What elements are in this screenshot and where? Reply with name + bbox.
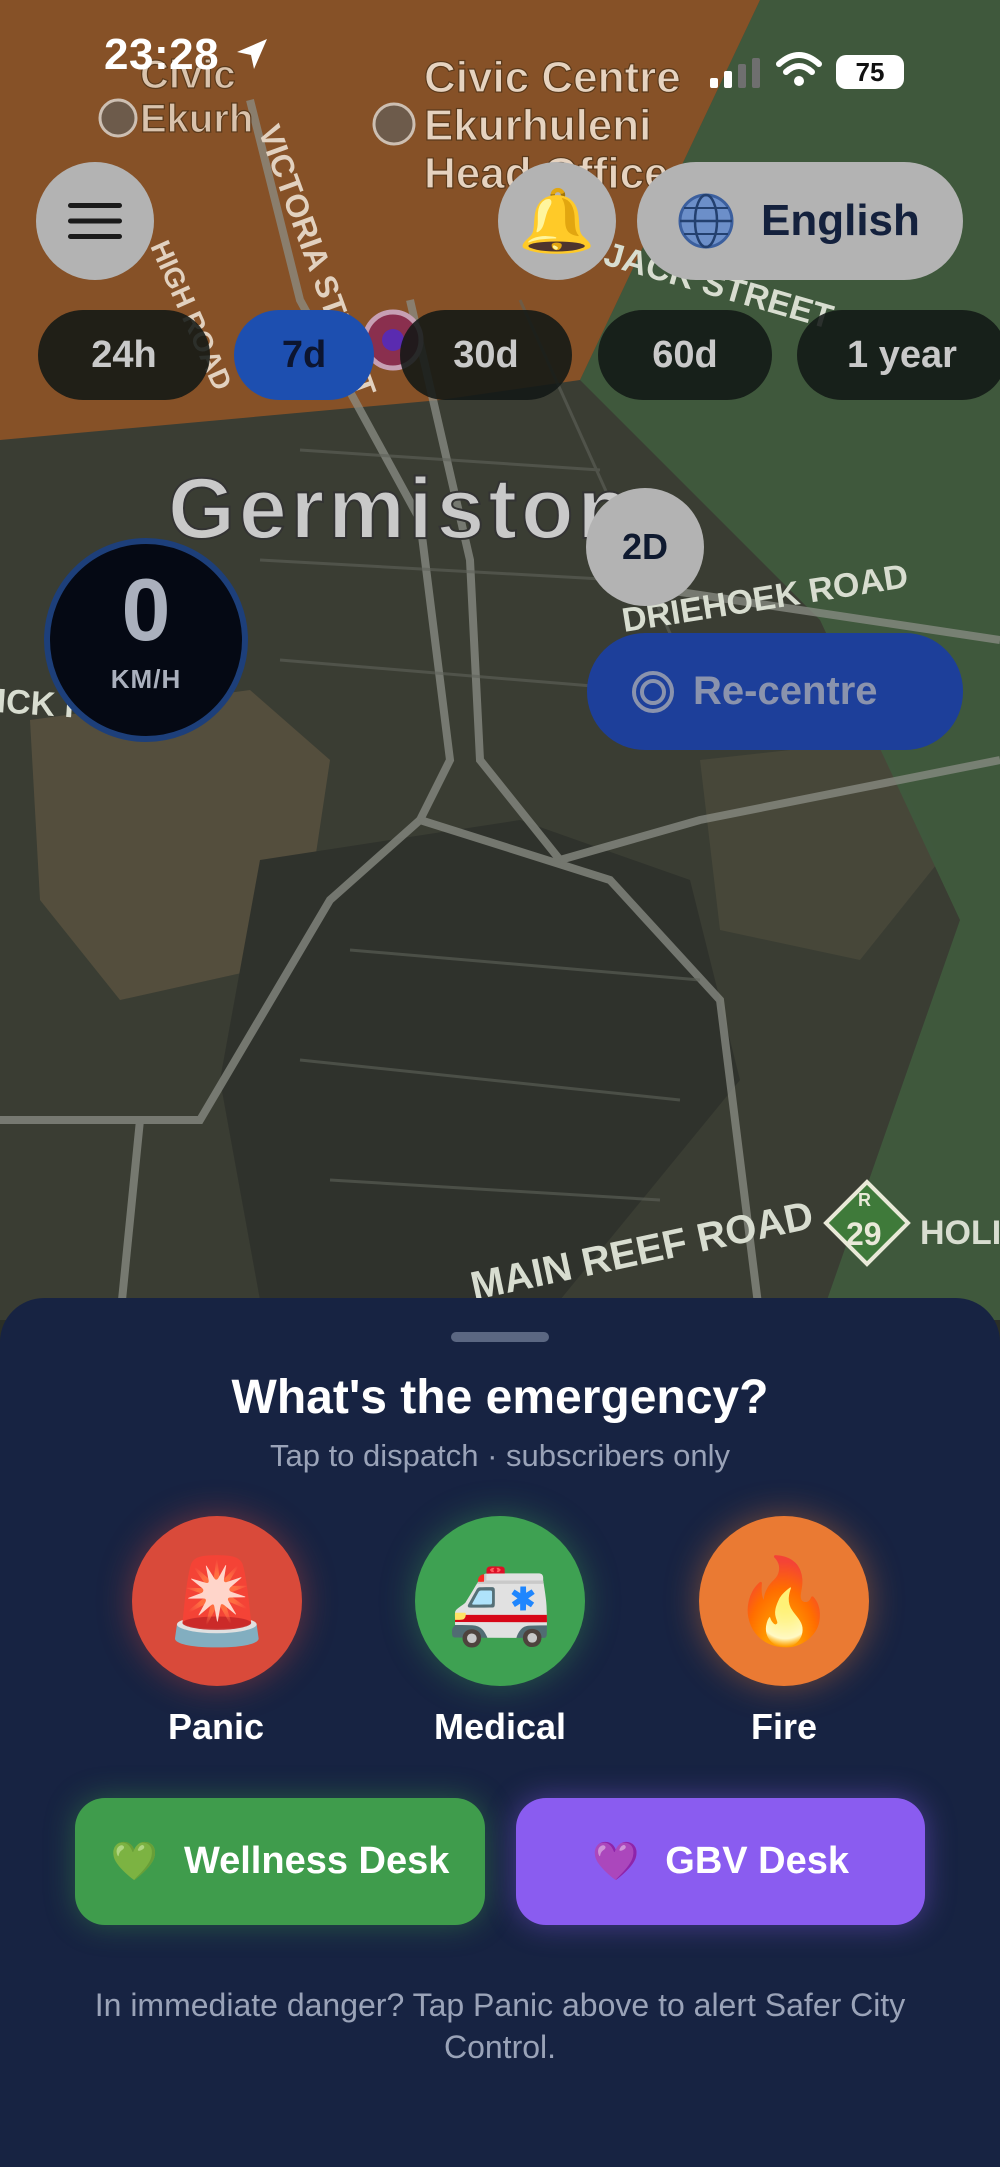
recentre-button[interactable]: Re-centre [587, 633, 963, 750]
svg-text:R: R [858, 1190, 871, 1210]
map-poi-label: Ekurhuleni [424, 101, 651, 150]
panic-button[interactable]: 🚨 [132, 1516, 302, 1686]
speed-unit: KM/H [110, 664, 182, 694]
view-2d-toggle[interactable]: 2D [586, 488, 704, 606]
recentre-label: Re-centre [693, 669, 878, 713]
range-1-year-button[interactable]: 1 year [797, 310, 1000, 400]
svg-text:29: 29 [846, 1216, 882, 1252]
map-poi-icon [98, 98, 138, 138]
map-poi-icon [372, 102, 416, 146]
gbv-desk-button[interactable]: 💜 GBV Desk [516, 1798, 925, 1925]
map-poi-label: Ekurh [140, 97, 253, 141]
range-7d-button[interactable]: 7d [234, 310, 374, 400]
green-heart-icon: 💚 [110, 1840, 158, 1883]
notifications-button[interactable]: 🔔 [498, 162, 616, 280]
siren-icon: 🚨 [164, 1553, 270, 1648]
map-place-label: Germiston [168, 461, 634, 557]
medical-label: Medical [433, 1706, 567, 1747]
hamburger-menu-icon [68, 203, 122, 239]
map-road-label: HOLI [920, 1214, 1000, 1252]
location-arrow-icon [237, 39, 267, 69]
range-60d-button[interactable]: 60d [598, 310, 772, 400]
sheet-subtitle: Tap to dispatch · subscribers only [269, 1438, 731, 1473]
wifi-icon [776, 52, 822, 86]
purple-heart-icon: 💜 [591, 1840, 640, 1883]
speed-value: 0 [121, 560, 171, 659]
ambulance-icon: 🚑 [447, 1553, 553, 1648]
fire-button[interactable]: 🔥 [699, 1516, 869, 1686]
medical-button[interactable]: 🚑 [415, 1516, 585, 1686]
emergency-sheet: What's the emergency? Tap to dispatch · … [0, 1298, 1000, 2167]
range-30d-button[interactable]: 30d [400, 310, 572, 400]
cellular-signal-icon [710, 58, 760, 88]
footer-note: In immediate danger? Tap Panic above to … [94, 1987, 906, 2065]
bell-icon: 🔔 [518, 186, 596, 256]
wellness-desk-label: Wellness Desk [183, 1840, 450, 1882]
gbv-desk-label: GBV Desk [665, 1840, 850, 1882]
panic-label: Panic [167, 1706, 265, 1747]
status-time: 23:28 [104, 30, 220, 79]
language-label: English [761, 196, 920, 245]
battery-indicator: 75 [836, 55, 904, 89]
range-24h-button[interactable]: 24h [38, 310, 210, 400]
target-icon [632, 670, 674, 713]
map-poi-label: Civic Centre [424, 53, 681, 102]
fire-label: Fire [750, 1706, 818, 1747]
fire-icon: 🔥 [731, 1553, 837, 1648]
menu-button[interactable] [36, 162, 154, 280]
sheet-drag-handle[interactable] [451, 1332, 549, 1342]
globe-icon [678, 193, 734, 249]
sheet-title: What's the emergency? [231, 1371, 769, 1424]
wellness-desk-button[interactable]: 💚 Wellness Desk [75, 1798, 485, 1925]
speedometer: 0 KM/H [44, 538, 248, 742]
language-button[interactable]: English [637, 162, 963, 280]
